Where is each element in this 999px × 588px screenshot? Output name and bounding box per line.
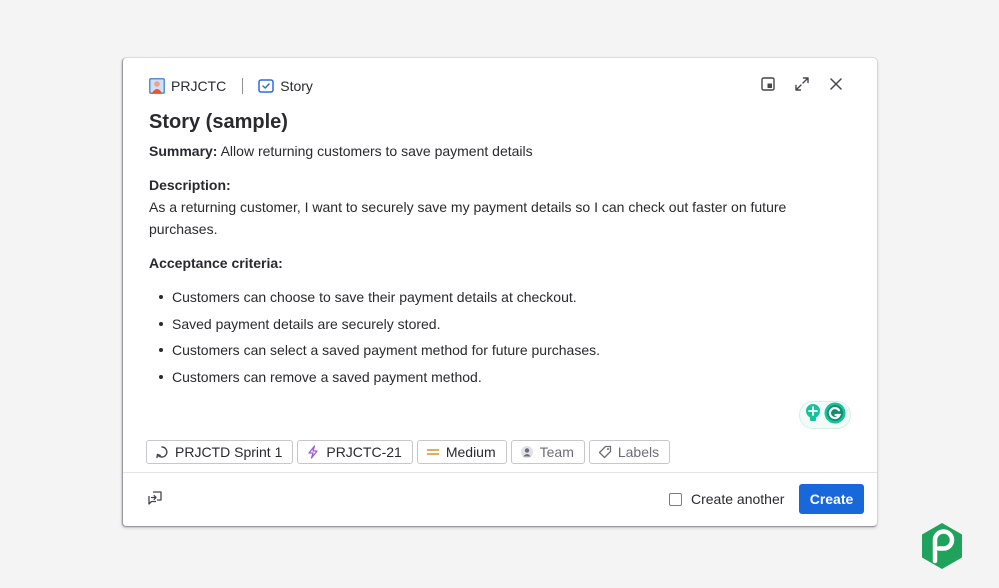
expand-button[interactable] xyxy=(785,75,819,97)
description-text: As a returning customer, I want to secur… xyxy=(149,199,787,237)
priority-label: Medium xyxy=(445,444,496,460)
project-label: PRJCTC xyxy=(171,78,227,94)
list-item: Customers can remove a saved payment met… xyxy=(159,366,829,393)
project-avatar-icon xyxy=(149,78,165,94)
create-another-label: Create another xyxy=(691,491,785,507)
team-icon xyxy=(520,445,534,459)
create-another-toggle[interactable]: Create another xyxy=(669,491,784,507)
breadcrumb-separator xyxy=(242,78,244,94)
sprint-label: PRJCTD Sprint 1 xyxy=(175,444,283,460)
writing-assistant-widget[interactable] xyxy=(799,401,851,429)
create-issue-dialog: PRJCTC Story Story (sample) Summary: All… xyxy=(122,58,877,527)
lightning-icon xyxy=(306,445,320,459)
sprint-chip[interactable]: PRJCTD Sprint 1 xyxy=(146,440,294,464)
priority-medium-icon xyxy=(426,445,440,459)
priority-chip[interactable]: Medium xyxy=(416,440,507,464)
issue-type-label: Story xyxy=(280,78,313,94)
header-actions xyxy=(751,75,853,97)
close-button[interactable] xyxy=(819,75,853,97)
tag-icon xyxy=(598,445,612,459)
team-chip[interactable]: Team xyxy=(510,440,585,464)
issue-type-breadcrumb[interactable]: Story xyxy=(258,78,313,94)
footer-divider xyxy=(123,472,877,473)
minimize-icon xyxy=(761,76,775,96)
grammarly-icon[interactable] xyxy=(824,402,846,429)
labels-label: Labels xyxy=(617,444,660,460)
close-icon xyxy=(829,77,843,96)
feedback-button[interactable] xyxy=(145,490,165,510)
list-item: Saved payment details are securely store… xyxy=(159,313,829,340)
labels-chip[interactable]: Labels xyxy=(588,440,671,464)
sprint-icon xyxy=(155,445,169,459)
parent-label: PRJCTC-21 xyxy=(326,444,402,460)
summary-line: Summary: Allow returning customers to sa… xyxy=(149,140,829,162)
acceptance-criteria-label: Acceptance criteria: xyxy=(149,255,283,271)
dialog-header: PRJCTC Story xyxy=(149,75,853,97)
parent-chip[interactable]: PRJCTC-21 xyxy=(297,440,413,464)
description-label: Description: xyxy=(149,177,231,193)
create-another-checkbox[interactable] xyxy=(669,492,682,506)
issue-title: Story (sample) xyxy=(149,111,288,133)
feedback-icon xyxy=(147,490,163,511)
list-item: Customers can select a saved payment met… xyxy=(159,339,829,366)
story-icon xyxy=(258,78,274,94)
summary-text: Allow returning customers to save paymen… xyxy=(220,143,533,159)
list-item: Customers can choose to save their payme… xyxy=(159,286,829,313)
issue-description-editor[interactable]: Summary: Allow returning customers to sa… xyxy=(149,140,829,392)
project-breadcrumb[interactable]: PRJCTC xyxy=(149,78,226,94)
issue-fields-bar: PRJCTD Sprint 1 PRJCTC-21 Medium Team La… xyxy=(146,440,671,464)
minimize-button[interactable] xyxy=(751,75,785,97)
lightbulb-icon[interactable] xyxy=(804,403,822,428)
brand-logo-icon xyxy=(918,521,966,573)
team-label: Team xyxy=(539,444,574,460)
create-button[interactable]: Create xyxy=(799,484,864,514)
summary-label: Summary: xyxy=(149,143,218,159)
acceptance-criteria-list: Customers can choose to save their payme… xyxy=(149,286,829,392)
expand-icon xyxy=(794,76,810,97)
